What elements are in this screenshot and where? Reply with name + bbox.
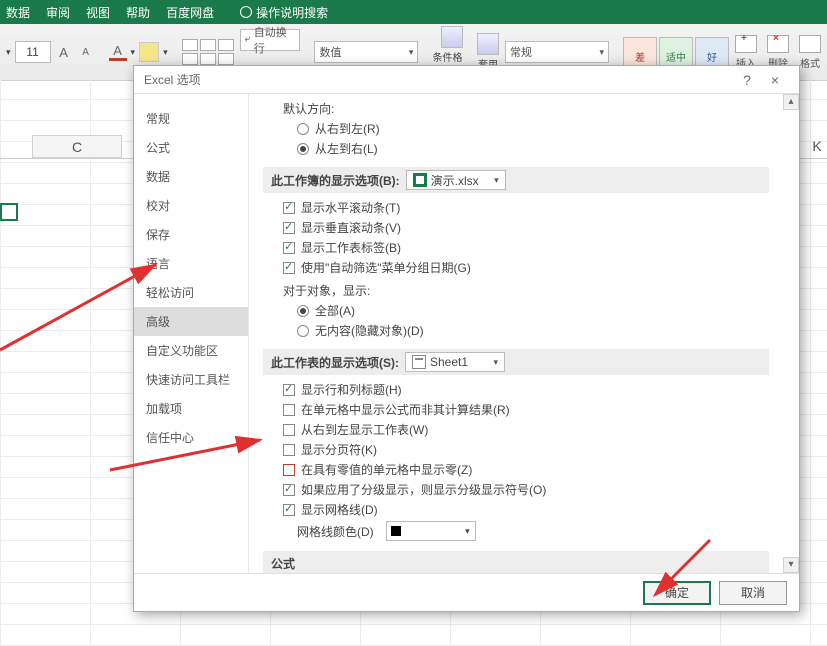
align-bot-icon[interactable] xyxy=(218,39,234,51)
insert-icon xyxy=(735,35,757,53)
excel-file-icon xyxy=(413,173,427,187)
tab-data[interactable]: 数据 xyxy=(6,4,30,21)
chevron-down-icon[interactable]: ▾ xyxy=(163,47,168,58)
help-button[interactable]: ? xyxy=(733,72,761,88)
objects-display-label: 对于对象，显示: xyxy=(283,282,769,299)
decrease-font-icon[interactable]: A xyxy=(77,43,95,61)
bulb-icon xyxy=(240,6,252,18)
sidebar-item-general[interactable]: 常规 xyxy=(134,104,248,133)
radio-rtl[interactable] xyxy=(297,123,309,135)
cell-style-neutral[interactable]: 适中 xyxy=(659,37,693,67)
checkbox-formula-label: 在单元格中显示公式而非其计算结果(R) xyxy=(301,401,510,418)
checkbox-vscroll[interactable] xyxy=(283,222,295,234)
align-center-icon[interactable] xyxy=(200,53,216,65)
color-swatch-icon xyxy=(391,526,401,536)
format-cells-button[interactable]: 格式 xyxy=(799,35,821,70)
dialog-title: Excel 选项 xyxy=(144,71,201,88)
column-header-c[interactable]: C xyxy=(32,135,122,158)
worksheet-display-section: 此工作表的显示选项(S): xyxy=(271,354,399,371)
font-size-input[interactable]: 11 xyxy=(15,41,51,63)
checkbox-hscroll-label: 显示水平滚动条(T) xyxy=(301,199,400,216)
checkbox-outline[interactable] xyxy=(283,484,295,496)
cell-style-good[interactable]: 好 xyxy=(695,37,729,67)
cell-style-bad[interactable]: 差 xyxy=(623,37,657,67)
radio-ltr-label: 从左到右(L) xyxy=(315,140,378,157)
checkbox-outline-label: 如果应用了分级显示，则显示分级显示符号(O) xyxy=(301,481,546,498)
align-top-icon[interactable] xyxy=(182,39,198,51)
radio-obj-all-label: 全部(A) xyxy=(315,302,355,319)
checkbox-show-zero[interactable] xyxy=(283,464,295,476)
checkbox-tabs-label: 显示工作表标签(B) xyxy=(301,239,401,256)
cell-style-dropdown[interactable]: 常规▾ xyxy=(505,41,609,63)
checkbox-rtl-sheet-label: 从右到左显示工作表(W) xyxy=(301,421,428,438)
format-table-icon xyxy=(477,33,499,55)
align-mid-icon[interactable] xyxy=(200,39,216,51)
delete-icon xyxy=(767,35,789,53)
sidebar-item-data[interactable]: 数据 xyxy=(134,162,248,191)
number-category-dropdown[interactable]: 数值▾ xyxy=(314,41,418,63)
scroll-down-button[interactable]: ▾ xyxy=(783,557,799,573)
align-right-icon[interactable] xyxy=(218,53,234,65)
checkbox-autofilter-group[interactable] xyxy=(283,262,295,274)
radio-obj-all[interactable] xyxy=(297,305,309,317)
align-left-icon[interactable] xyxy=(182,53,198,65)
conditional-format-icon xyxy=(441,26,463,48)
checkbox-rowcol-label: 显示行和列标题(H) xyxy=(301,381,402,398)
checkbox-tabs[interactable] xyxy=(283,242,295,254)
sidebar-item-qat[interactable]: 快速访问工具栏 xyxy=(134,365,248,394)
font-color-icon[interactable]: A xyxy=(109,43,127,61)
wrap-text-button[interactable]: ⤶自动换行 xyxy=(240,29,301,51)
column-header-k[interactable]: K xyxy=(807,135,827,158)
checkbox-rtl-sheet[interactable] xyxy=(283,424,295,436)
sidebar-item-addins[interactable]: 加载项 xyxy=(134,394,248,423)
checkbox-formula[interactable] xyxy=(283,404,295,416)
tab-baidu[interactable]: 百度网盘 xyxy=(166,4,214,21)
scroll-up-button[interactable]: ▴ xyxy=(783,94,799,110)
checkbox-hscroll[interactable] xyxy=(283,202,295,214)
radio-obj-none[interactable] xyxy=(297,325,309,337)
cancel-button[interactable]: 取消 xyxy=(719,581,787,605)
radio-rtl-label: 从右到左(R) xyxy=(315,120,380,137)
workbook-select[interactable]: 演示.xlsx xyxy=(406,170,506,190)
checkbox-rowcol[interactable] xyxy=(283,384,295,396)
increase-font-icon[interactable]: A xyxy=(55,43,73,61)
sheet-icon xyxy=(412,355,426,369)
workbook-display-section: 此工作簿的显示选项(B): xyxy=(271,172,400,189)
excel-options-dialog: Excel 选项 ? × 常规 公式 数据 校对 保存 语言 轻松访问 高级 自… xyxy=(133,65,800,612)
fill-color-icon[interactable] xyxy=(139,42,159,62)
format-icon xyxy=(799,35,821,53)
worksheet-select[interactable]: Sheet1 xyxy=(405,352,505,372)
annotation-arrow-zero xyxy=(110,420,270,483)
chevron-down-icon[interactable]: ▾ xyxy=(6,47,11,58)
annotation-arrow-ok xyxy=(640,540,720,613)
checkbox-gridlines-label: 显示网格线(D) xyxy=(301,501,378,518)
checkbox-vscroll-label: 显示垂直滚动条(V) xyxy=(301,219,401,236)
checkbox-pagebreak[interactable] xyxy=(283,444,295,456)
sidebar-item-formulas[interactable]: 公式 xyxy=(134,133,248,162)
chevron-down-icon[interactable]: ▾ xyxy=(131,47,136,58)
checkbox-pagebreak-label: 显示分页符(K) xyxy=(301,441,377,458)
tell-me[interactable]: 操作说明搜索 xyxy=(240,4,328,21)
checkbox-gridlines[interactable] xyxy=(283,504,295,516)
cell-style-gallery: 差 适中 好 xyxy=(623,37,729,67)
gridline-color-label: 网格线颜色(D) xyxy=(297,523,374,540)
options-content: ▴ ▾ 默认方向: 从右到左(R) 从左到右(L) 此工作簿的显示选项(B): … xyxy=(249,94,799,573)
tab-bar: 数据 审阅 视图 帮助 百度网盘 操作说明搜索 xyxy=(0,0,827,24)
close-button[interactable]: × xyxy=(761,72,789,88)
radio-ltr[interactable] xyxy=(297,143,309,155)
radio-obj-none-label: 无内容(隐藏对象)(D) xyxy=(315,322,424,339)
checkbox-autofilter-label: 使用"自动筛选"菜单分组日期(G) xyxy=(301,259,471,276)
tab-view[interactable]: 视图 xyxy=(86,4,110,21)
options-scroll[interactable]: 默认方向: 从右到左(R) 从左到右(L) 此工作簿的显示选项(B): 演示.x… xyxy=(249,94,787,573)
tab-review[interactable]: 审阅 xyxy=(46,4,70,21)
checkbox-show-zero-label: 在具有零值的单元格中显示零(Z) xyxy=(301,461,472,478)
tab-help[interactable]: 帮助 xyxy=(126,4,150,21)
gridline-color-select[interactable] xyxy=(386,521,476,541)
default-direction-label: 默认方向: xyxy=(283,100,769,117)
alignment-group xyxy=(182,39,234,65)
annotation-arrow-sidebar xyxy=(0,200,165,363)
